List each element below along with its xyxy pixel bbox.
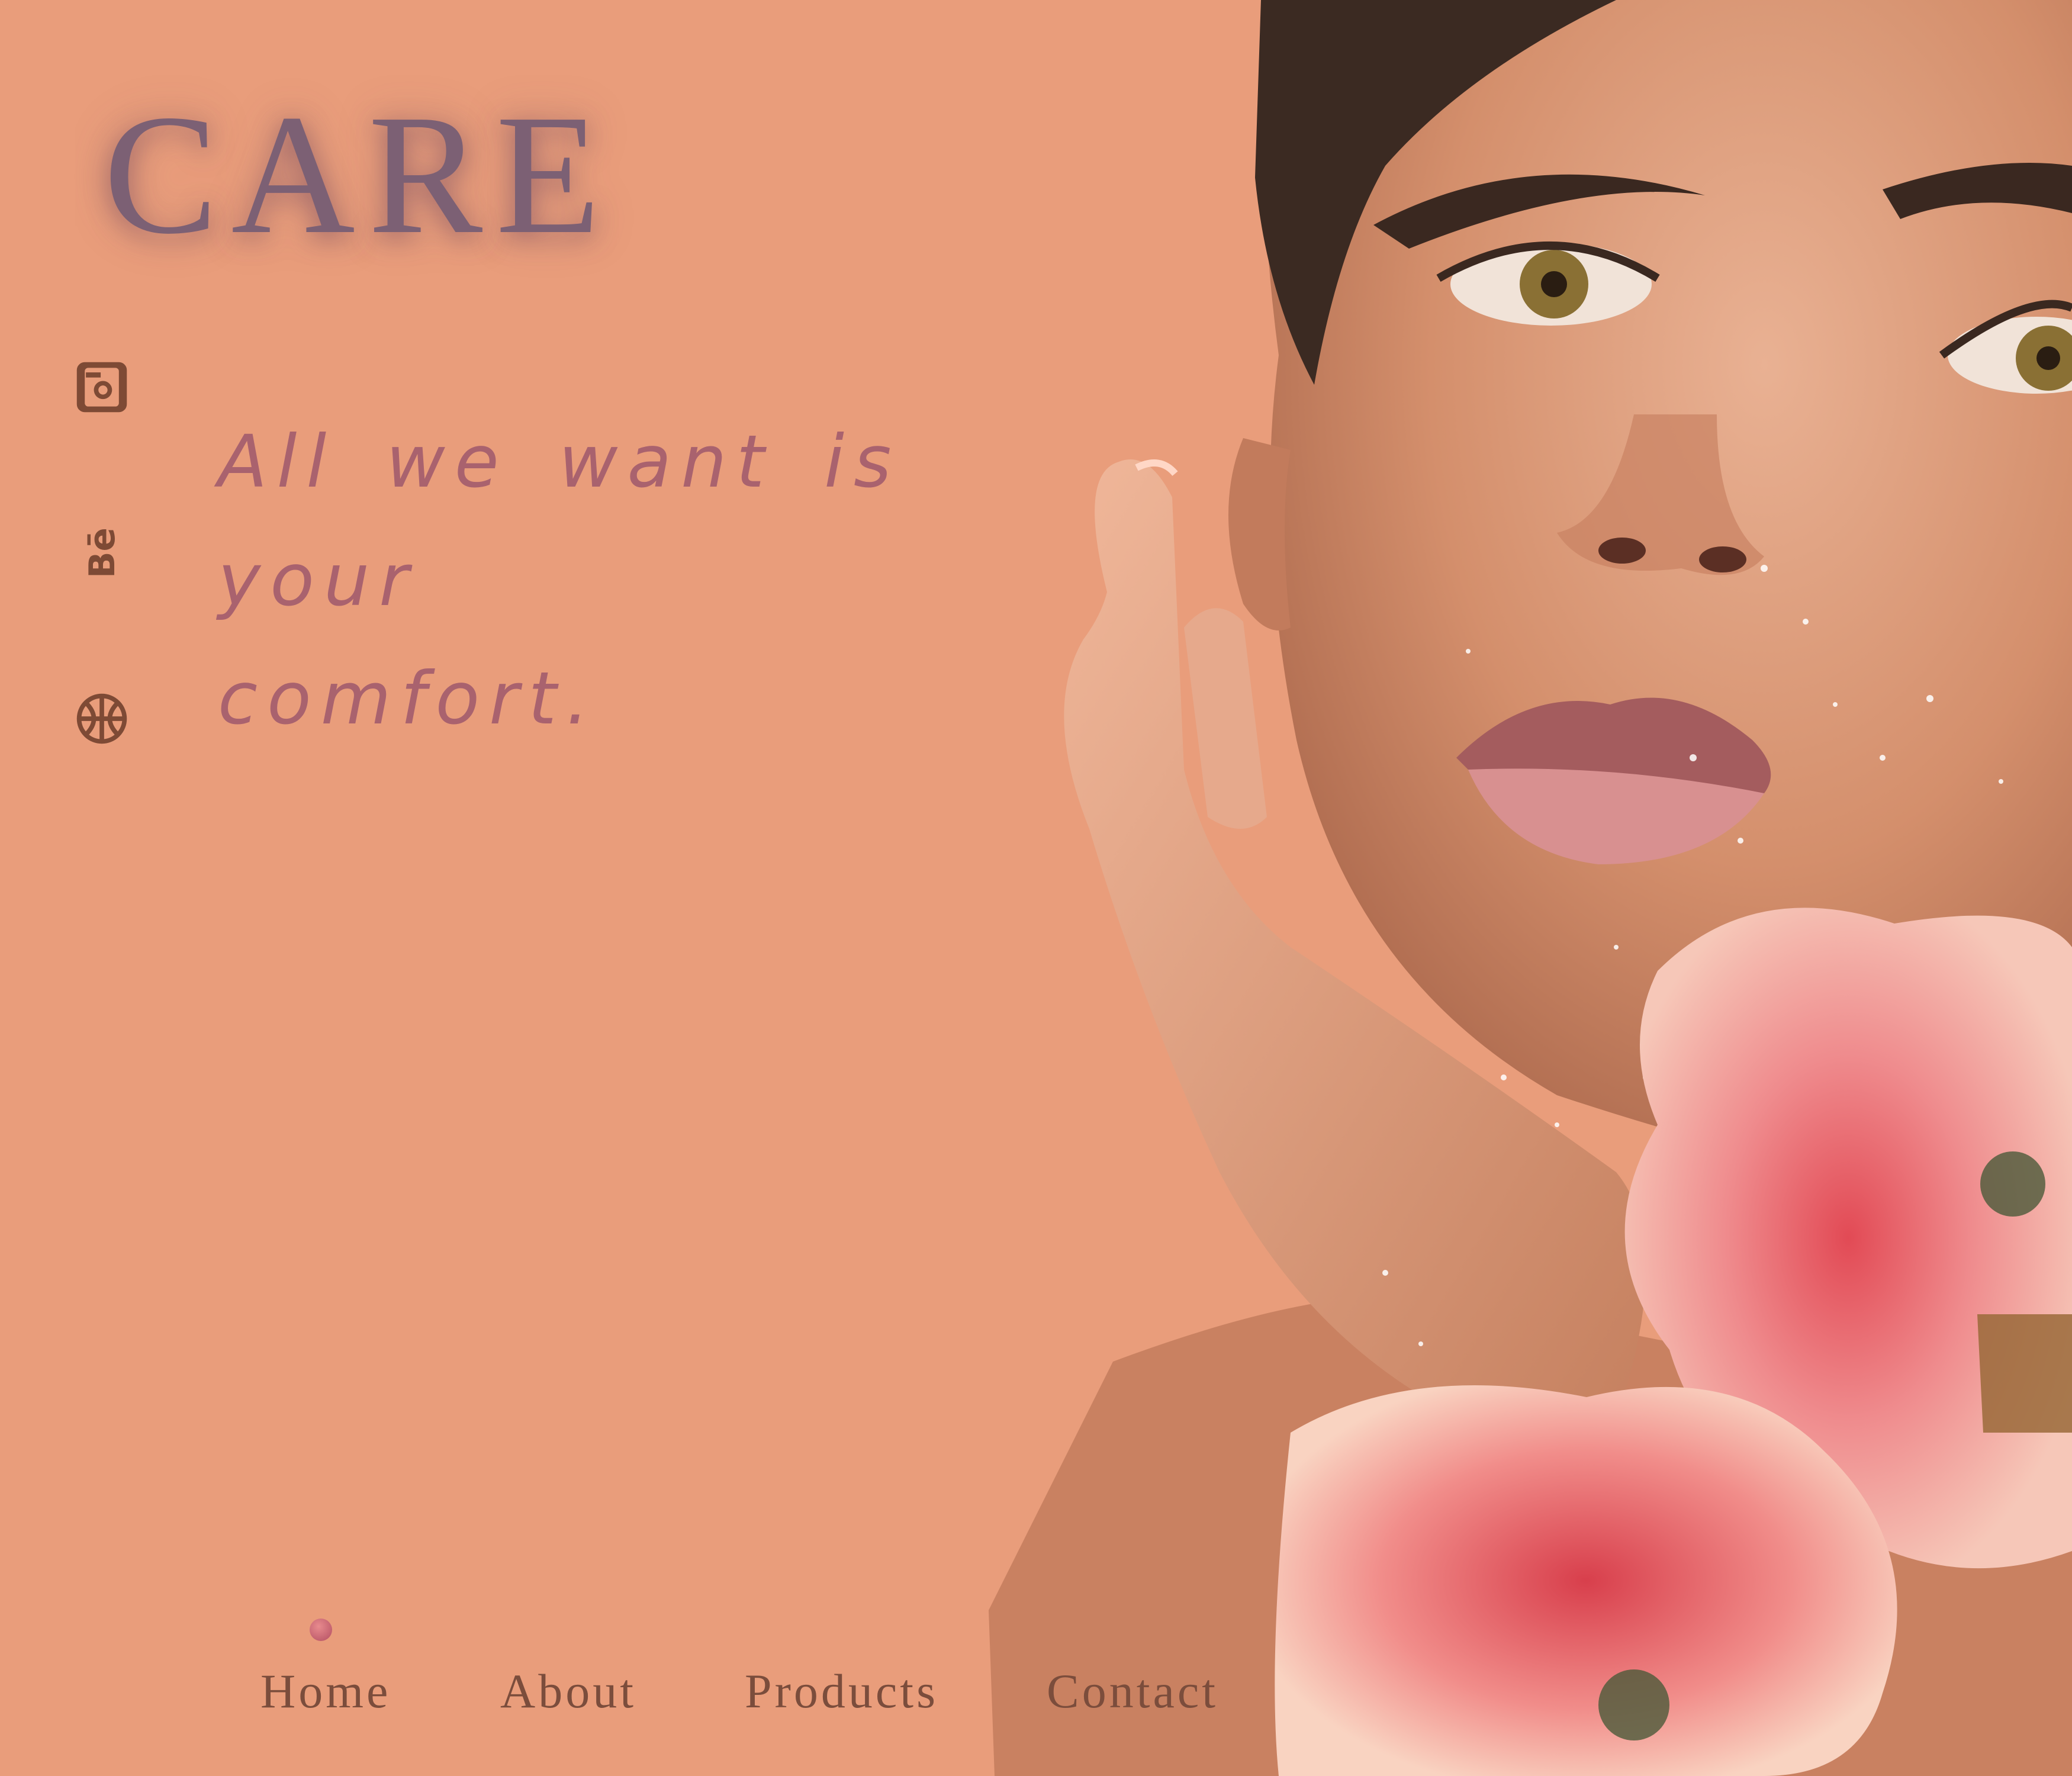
instagram-icon[interactable]	[73, 359, 130, 416]
hero-portrait-image	[989, 0, 2072, 1776]
dribbble-icon[interactable]	[73, 690, 130, 747]
brand-logo: CARE	[104, 79, 614, 269]
svg-text:Bē: Bē	[82, 527, 123, 578]
main-nav: Home About Products Contact	[0, 1664, 1302, 1735]
nav-contact[interactable]: Contact	[1047, 1664, 1218, 1719]
nav-about[interactable]: About	[500, 1664, 636, 1719]
active-nav-indicator	[310, 1619, 332, 1641]
nav-products[interactable]: Products	[745, 1664, 938, 1719]
behance-icon[interactable]: Bē	[73, 525, 130, 581]
nav-home[interactable]: Home	[260, 1664, 391, 1719]
